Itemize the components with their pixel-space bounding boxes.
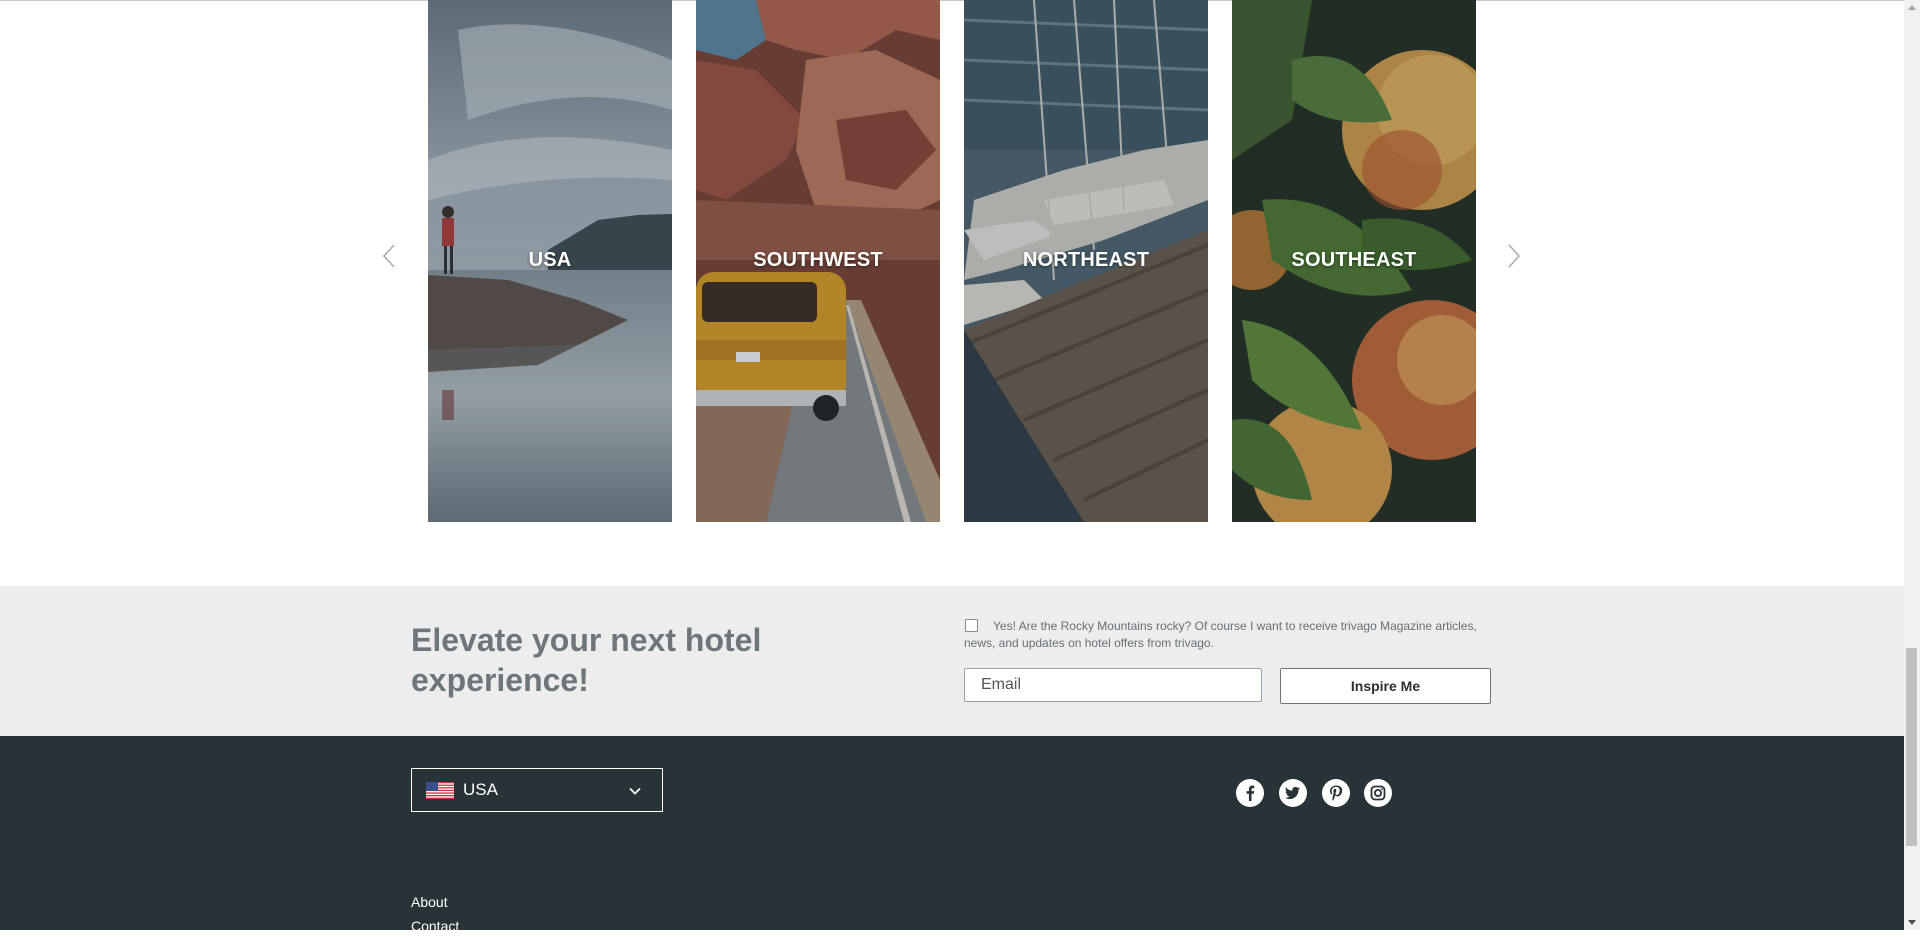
facebook-icon: [1246, 785, 1255, 801]
card-label: USA: [528, 249, 572, 271]
chevron-right-icon: [1508, 244, 1521, 268]
consent-checkbox[interactable]: [965, 619, 978, 632]
chevron-left-icon: [382, 244, 395, 268]
consent-text: Yes! Are the Rocky Mountains rocky? Of c…: [964, 619, 1477, 650]
newsletter-consent: Yes! Are the Rocky Mountains rocky? Of c…: [964, 618, 1484, 652]
twitter-icon: [1284, 786, 1300, 800]
scroll-up-arrow-icon[interactable]: [1904, 0, 1920, 16]
chevron-down-icon: [629, 787, 641, 795]
email-field-wrapper: [964, 668, 1262, 702]
country-selector[interactable]: USA: [411, 768, 663, 812]
card-label: NORTHEAST: [1022, 249, 1150, 271]
scrollbar-thumb[interactable]: [1906, 648, 1917, 846]
pinterest-icon: [1329, 785, 1343, 801]
scroll-down-arrow-icon[interactable]: [1904, 914, 1920, 930]
footer-link-contact[interactable]: Contact: [411, 914, 459, 938]
twitter-link[interactable]: [1279, 779, 1307, 807]
us-flag-icon: [426, 782, 454, 799]
newsletter-headline: Elevate your next hotel experience!: [411, 622, 762, 698]
destination-card-southeast[interactable]: SOUTHEAST: [1232, 0, 1476, 522]
destination-card-usa[interactable]: USA: [428, 0, 672, 522]
newsletter-section: Elevate your next hotel experience! Yes!…: [0, 586, 1904, 736]
destination-card-southwest[interactable]: SOUTHWEST: [696, 0, 940, 522]
carousel-next-button[interactable]: [1502, 242, 1526, 270]
site-footer: USA About Contact: [0, 736, 1904, 934]
carousel-prev-button[interactable]: [377, 242, 401, 270]
pinterest-link[interactable]: [1322, 779, 1350, 807]
facebook-link[interactable]: [1236, 779, 1264, 807]
card-label: SOUTHEAST: [1291, 249, 1417, 271]
destination-carousel: USA SOUTHWEST NORTHEAST SOUTHEAST: [0, 0, 1904, 522]
country-name: USA: [463, 780, 498, 799]
destination-card-northeast[interactable]: NORTHEAST: [964, 0, 1208, 522]
inspire-me-button[interactable]: Inspire Me: [1280, 668, 1491, 704]
footer-links: About Contact: [411, 890, 459, 938]
footer-link-about[interactable]: About: [411, 890, 459, 914]
email-input[interactable]: [965, 669, 1261, 701]
card-label: SOUTHWEST: [753, 249, 883, 271]
instagram-link[interactable]: [1364, 779, 1392, 807]
page-scrollbar[interactable]: [1904, 0, 1920, 930]
instagram-icon: [1370, 785, 1386, 801]
